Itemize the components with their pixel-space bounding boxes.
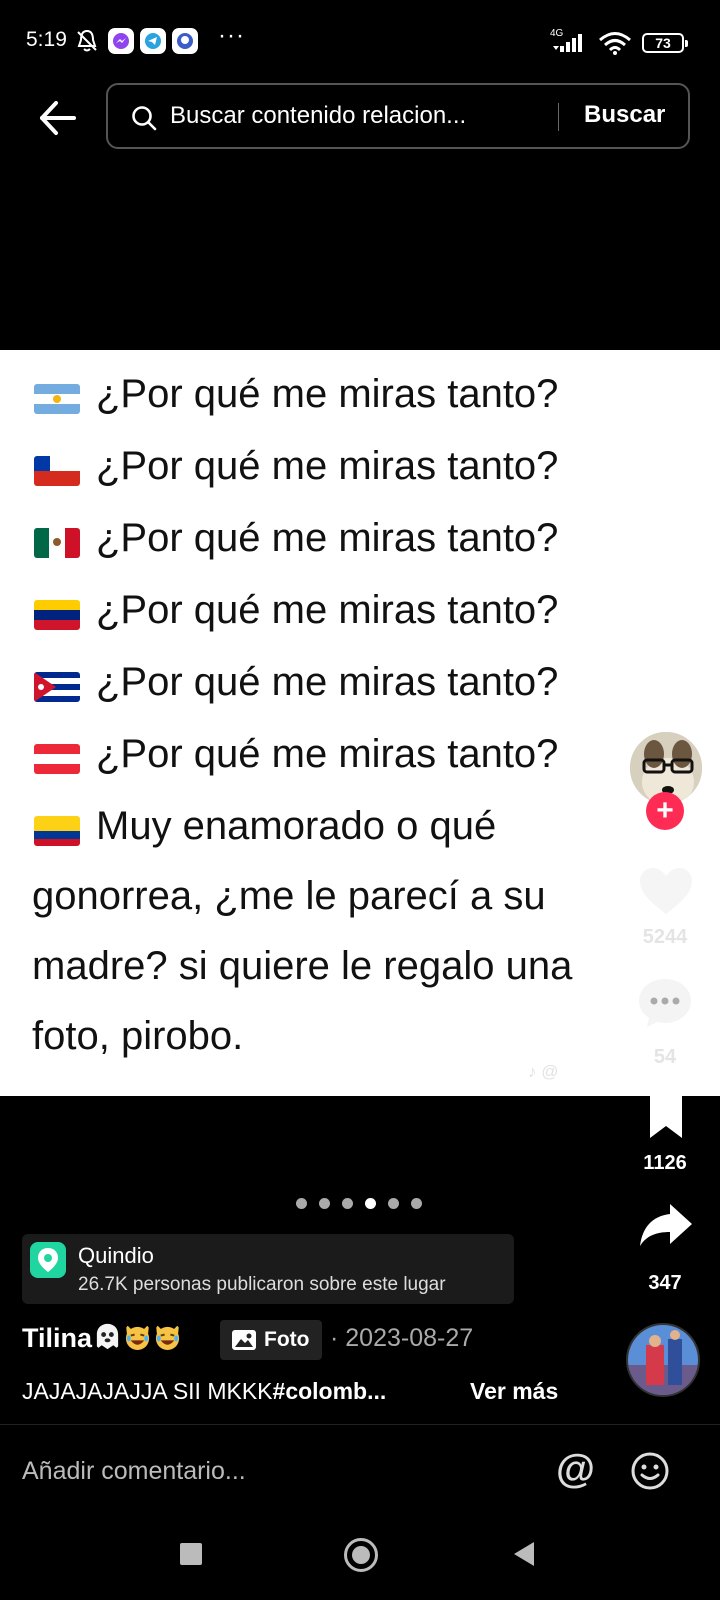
photo-type-label: Foto: [264, 1328, 310, 1351]
carousel-indicator: [296, 1198, 422, 1209]
cuba-flag-icon: [34, 672, 80, 702]
author-name-row[interactable]: Tilina: [22, 1322, 182, 1354]
like-count: 5244: [642, 926, 688, 948]
post-image[interactable]: ¿Por qué me miras tanto? ¿Por qué me mir…: [0, 350, 720, 1096]
comment-input[interactable]: Añadir comentario...: [22, 1457, 246, 1486]
post-line-10: foto, pirobo.: [32, 1014, 244, 1058]
status-time: 5:19: [26, 28, 67, 51]
caption-hashtag[interactable]: #colomb...: [273, 1378, 387, 1404]
laughing-cat-emoji-icon: [125, 1323, 150, 1351]
post-line-2: ¿Por qué me miras tanto?: [96, 444, 559, 488]
search-button[interactable]: Buscar: [584, 101, 665, 129]
laughing-cat-emoji-icon: [155, 1323, 180, 1351]
post-line-8: gonorrea, ¿me le parecí a su: [32, 874, 546, 918]
author-name[interactable]: Tilina: [22, 1323, 92, 1353]
colombia-flag-icon: [34, 816, 80, 846]
carousel-dot[interactable]: [411, 1198, 422, 1209]
location-name: Quindio: [78, 1243, 154, 1268]
post-line-5: ¿Por qué me miras tanto?: [96, 660, 559, 704]
wifi-icon: [599, 32, 631, 55]
app-notification-icon: [172, 28, 198, 54]
austria-flag-icon: [34, 744, 80, 774]
back-button[interactable]: [514, 1542, 534, 1566]
search-bar[interactable]: Buscar contenido relacion... Buscar: [106, 83, 690, 149]
signal-icon: [553, 34, 582, 52]
status-bar: 5:19 ··· 4G 73: [0, 0, 720, 86]
post-line-9: madre? si quiere le regalo una: [32, 944, 573, 988]
photo-icon: [232, 1330, 256, 1350]
comment-count: 54: [653, 1046, 677, 1068]
telegram-icon: [140, 28, 166, 54]
carousel-dot[interactable]: [296, 1198, 307, 1209]
follow-button[interactable]: +: [646, 792, 684, 830]
search-input[interactable]: Buscar contenido relacion...: [170, 102, 466, 130]
emoji-icon[interactable]: [630, 1451, 670, 1491]
notifications-muted-icon: [77, 29, 97, 52]
photo-type-tag: Foto: [220, 1320, 322, 1360]
sound-disc[interactable]: [626, 1323, 700, 1397]
search-divider: [558, 103, 559, 131]
post-date: · 2023-08-27: [330, 1324, 474, 1352]
see-more-link[interactable]: Ver más: [470, 1378, 558, 1405]
carousel-dot-active[interactable]: [365, 1198, 376, 1209]
carousel-dot[interactable]: [342, 1198, 353, 1209]
mention-icon[interactable]: @: [556, 1447, 595, 1492]
location-card[interactable]: Quindio 26.7K personas publicaron sobre …: [22, 1234, 514, 1304]
caption: JAJAJAJAJJA SII MKKK#colomb...: [22, 1378, 386, 1405]
post-line-1: ¿Por qué me miras tanto?: [96, 372, 559, 416]
chile-flag-icon: [34, 456, 80, 486]
comment-bar: Añadir comentario... @: [0, 1424, 720, 1514]
home-button[interactable]: [344, 1538, 378, 1572]
comment-icon[interactable]: [636, 976, 694, 1030]
navigation-bar: [0, 1514, 720, 1600]
back-arrow-icon[interactable]: [34, 94, 82, 142]
watermark: ♪ @: [528, 1062, 559, 1081]
post-line-7: Muy enamorado o qué: [96, 804, 497, 848]
mexico-flag-icon: [34, 528, 80, 558]
post-line-3: ¿Por qué me miras tanto?: [96, 516, 559, 560]
heart-icon[interactable]: [638, 866, 694, 916]
bookmark-icon[interactable]: [646, 1092, 686, 1140]
more-notifications-icon: ···: [218, 22, 245, 49]
carousel-dot[interactable]: [319, 1198, 330, 1209]
location-pin-icon: [30, 1242, 66, 1278]
messenger-icon: [108, 28, 134, 54]
venezuela-flag-icon: [34, 600, 80, 630]
argentina-flag-icon: [34, 384, 80, 414]
share-icon[interactable]: [638, 1200, 694, 1250]
save-count: 1126: [643, 1152, 687, 1174]
search-icon: [132, 106, 157, 131]
ghost-emoji-icon: [96, 1323, 119, 1350]
caption-text: JAJAJAJAJJA SII MKKK: [22, 1378, 273, 1404]
battery-indicator: 73: [642, 33, 688, 53]
location-subtitle: 26.7K personas publicaron sobre este lug…: [78, 1274, 446, 1295]
post-line-6: ¿Por qué me miras tanto?: [96, 732, 559, 776]
post-line-4: ¿Por qué me miras tanto?: [96, 588, 559, 632]
recent-apps-button[interactable]: [180, 1543, 202, 1565]
carousel-dot[interactable]: [388, 1198, 399, 1209]
share-count: 347: [648, 1272, 682, 1294]
